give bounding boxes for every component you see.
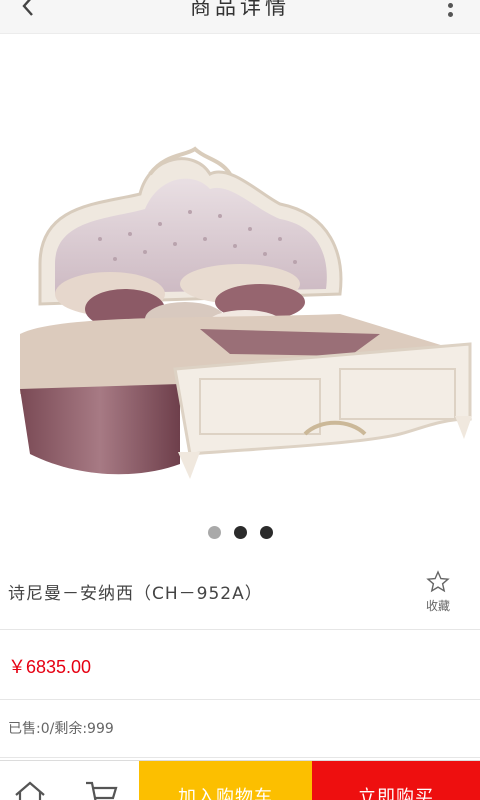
top-bar: 商品详情 [0, 0, 480, 34]
more-menu-button[interactable] [440, 0, 460, 20]
carousel-dot[interactable] [207, 526, 221, 539]
favorite-label: 收藏 [425, 599, 450, 613]
product-title-section: 诗尼曼－安纳西（CH－952A） 收藏 [0, 564, 480, 630]
star-icon [426, 570, 450, 593]
carousel-dot[interactable] [233, 526, 247, 539]
product-price: ￥6835.00 [8, 657, 92, 677]
page-title: 商品详情 [190, 0, 290, 19]
add-to-cart-button[interactable]: 加入购物车 [139, 761, 312, 800]
price-section: ￥6835.00 [0, 630, 480, 700]
stock-section: 已售:0/剩余:999 [0, 700, 480, 758]
cart-button[interactable] [82, 775, 122, 800]
carousel-indicators [0, 526, 480, 539]
home-button[interactable] [10, 775, 50, 800]
favorite-button[interactable]: 收藏 [414, 570, 462, 620]
cart-icon [86, 781, 118, 800]
bed-product-image [20, 146, 472, 479]
buy-now-button[interactable]: 立即购买 [312, 761, 480, 800]
home-icon [15, 781, 45, 800]
stock-info: 已售:0/剩余:999 [8, 721, 114, 737]
carousel-dot[interactable] [259, 526, 273, 539]
bottom-action-bar: 加入购物车 立即购买 [0, 760, 480, 800]
product-name: 诗尼曼－安纳西（CH－952A） [8, 584, 263, 604]
product-image-carousel[interactable] [0, 34, 480, 564]
